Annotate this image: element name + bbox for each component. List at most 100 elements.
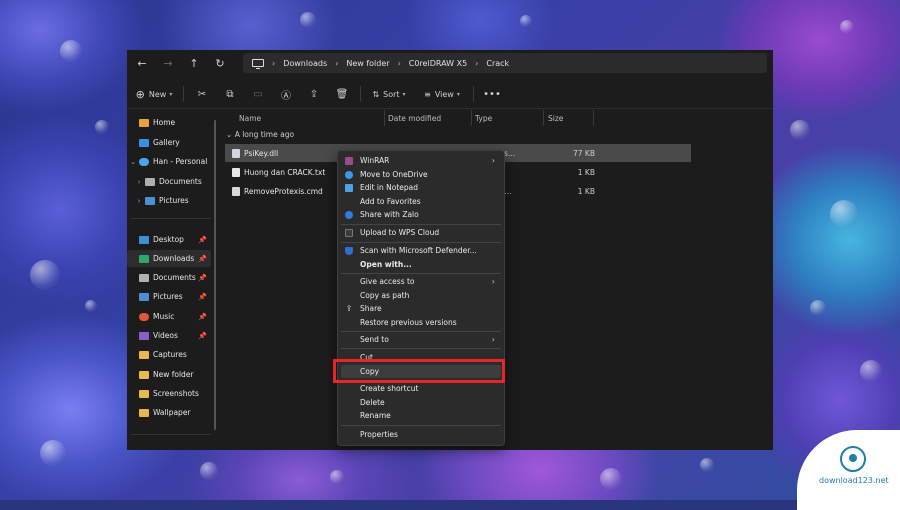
breadcrumb-coreldraw[interactable]: C0relDRAW X5 <box>405 59 471 68</box>
chevron-right-icon: › <box>491 277 495 286</box>
menu-item-move-to-onedrive[interactable]: Move to OneDrive <box>341 168 501 181</box>
menu-item-upload-to-wps-cloud[interactable]: Upload to WPS Cloud <box>341 226 501 239</box>
folder-icon <box>139 370 149 379</box>
menu-separator <box>341 224 501 225</box>
sidebar-item-desktop[interactable]: Desktop 📌 <box>127 231 211 248</box>
more-options-icon[interactable]: ••• <box>480 82 504 106</box>
menu-item-open-with[interactable]: Open with... <box>341 258 501 271</box>
home-icon <box>139 118 149 127</box>
sidebar-item-onedrive[interactable]: ⌄ Han - Personal <box>127 153 211 170</box>
defender-shield-icon <box>345 246 353 255</box>
column-divider[interactable] <box>543 110 544 126</box>
menu-separator <box>341 273 501 274</box>
gallery-icon <box>139 138 149 147</box>
pin-icon: 📌 <box>198 292 207 301</box>
breadcrumb-downloads[interactable]: Downloads <box>279 59 331 68</box>
sidebar-item-captures[interactable]: Captures <box>127 346 211 363</box>
sidebar-item-videos[interactable]: Videos 📌 <box>127 327 211 344</box>
menu-separator <box>341 348 501 349</box>
context-menu: WinRAR › Move to OneDrive Edit in Notepa… <box>337 150 505 446</box>
menu-item-copy-as-path[interactable]: Copy as path <box>341 289 501 302</box>
sidebar-item-screenshots[interactable]: Screenshots <box>127 385 211 402</box>
column-divider[interactable] <box>384 110 385 126</box>
onedrive-icon <box>139 157 149 166</box>
menu-item-delete[interactable]: Delete <box>341 396 501 409</box>
chevron-right-icon[interactable]: › <box>133 197 145 205</box>
chevron-down-icon: ▾ <box>169 90 173 98</box>
videos-icon <box>139 331 149 340</box>
menu-item-share-with-zalo[interactable]: Share with Zalo <box>341 208 501 221</box>
breadcrumb-crack[interactable]: Crack <box>482 59 513 68</box>
chevron-right-icon: › <box>491 156 495 165</box>
chevron-right-icon: › <box>335 58 339 68</box>
copy-icon[interactable]: ⧉ <box>218 82 242 106</box>
column-header-date[interactable]: Date modified <box>388 110 441 126</box>
forward-arrow-icon[interactable]: → <box>155 50 181 76</box>
sort-icon: ⇅ <box>372 89 380 99</box>
chevron-down-icon: ⌄ <box>226 130 233 139</box>
sidebar-item-pictures[interactable]: › Pictures <box>133 192 217 209</box>
menu-item-add-to-favorites[interactable]: Add to Favorites <box>341 195 501 208</box>
pictures-icon <box>145 196 155 205</box>
menu-item-create-shortcut[interactable]: Create shortcut <box>341 382 501 395</box>
delete-icon[interactable]: 🗑 <box>330 82 354 106</box>
column-header-name[interactable]: Name <box>239 110 261 126</box>
chevron-right-icon: › <box>491 335 495 344</box>
navigation-pane: Home Gallery ⌄ Han - Personal › Document… <box>127 110 215 450</box>
share-icon: ⇪ <box>345 303 353 313</box>
back-arrow-icon[interactable]: ← <box>129 50 155 76</box>
menu-item-send-to[interactable]: Send to › <box>341 333 501 346</box>
cut-icon[interactable]: ✂ <box>190 82 214 106</box>
refresh-icon[interactable]: ↻ <box>207 50 233 76</box>
menu-item-restore-previous-versions[interactable]: Restore previous versions <box>341 316 501 329</box>
divider <box>131 434 211 435</box>
column-header-type[interactable]: Type <box>475 110 492 126</box>
sidebar-item-gallery[interactable]: Gallery <box>127 134 211 151</box>
documents-icon <box>145 177 155 186</box>
sidebar-item-pictures-quick[interactable]: Pictures 📌 <box>127 288 211 305</box>
sidebar-item-documents[interactable]: › Documents <box>133 173 217 190</box>
address-bar[interactable]: › Downloads › New folder › C0relDRAW X5 … <box>243 53 767 73</box>
wps-cloud-icon <box>345 228 353 237</box>
documents-icon <box>139 273 149 282</box>
menu-item-give-access-to[interactable]: Give access to › <box>341 275 501 288</box>
chevron-right-icon[interactable]: › <box>133 178 145 186</box>
sidebar-scrollbar[interactable] <box>214 120 216 430</box>
share-icon[interactable]: ⇪ <box>302 82 326 106</box>
column-divider[interactable] <box>593 110 594 126</box>
column-header-size[interactable]: Size <box>548 110 563 126</box>
sidebar-item-new-folder[interactable]: New folder <box>127 366 211 383</box>
sidebar-item-documents-quick[interactable]: Documents 📌 <box>127 269 211 286</box>
navigation-bar: ← → ↑ ↻ › Downloads › New folder › C0rel… <box>127 50 773 76</box>
desktop-icon <box>139 235 149 244</box>
up-arrow-icon[interactable]: ↑ <box>181 50 207 76</box>
menu-item-rename[interactable]: Rename <box>341 409 501 422</box>
menu-separator <box>341 242 501 243</box>
sidebar-item-downloads[interactable]: Downloads 📌 <box>127 250 211 267</box>
sort-button[interactable]: ⇅ Sort ▾ <box>367 82 411 106</box>
plus-icon: ⊕ <box>135 87 145 101</box>
group-header[interactable]: ⌄ A long time ago <box>226 130 294 139</box>
menu-item-winrar[interactable]: WinRAR › <box>341 154 501 167</box>
chevron-right-icon: › <box>272 58 276 68</box>
divider <box>131 218 211 219</box>
music-icon <box>139 312 149 321</box>
rename-icon[interactable]: Ⓐ <box>274 82 298 106</box>
view-button[interactable]: ≡ View ▾ <box>417 82 467 106</box>
menu-item-share[interactable]: ⇪ Share <box>341 302 501 315</box>
sidebar-item-home[interactable]: Home <box>127 114 211 131</box>
paste-icon[interactable]: ▭ <box>246 82 270 106</box>
sidebar-item-music[interactable]: Music 📌 <box>127 308 211 325</box>
menu-item-properties[interactable]: Properties <box>341 428 501 441</box>
notepad-icon <box>345 183 353 192</box>
menu-item-edit-in-notepad[interactable]: Edit in Notepad <box>341 181 501 194</box>
breadcrumb-new-folder[interactable]: New folder <box>342 59 393 68</box>
sidebar-item-wallpaper[interactable]: Wallpaper <box>127 404 211 421</box>
chevron-down-icon[interactable]: ⌄ <box>127 158 139 166</box>
column-divider[interactable] <box>471 110 472 126</box>
new-button[interactable]: ⊕ New ▾ <box>131 82 177 106</box>
onedrive-icon <box>345 170 353 179</box>
pin-icon: 📌 <box>198 312 207 321</box>
view-icon: ≡ <box>424 89 431 99</box>
menu-item-scan-with-defender[interactable]: Scan with Microsoft Defender... <box>341 244 501 257</box>
